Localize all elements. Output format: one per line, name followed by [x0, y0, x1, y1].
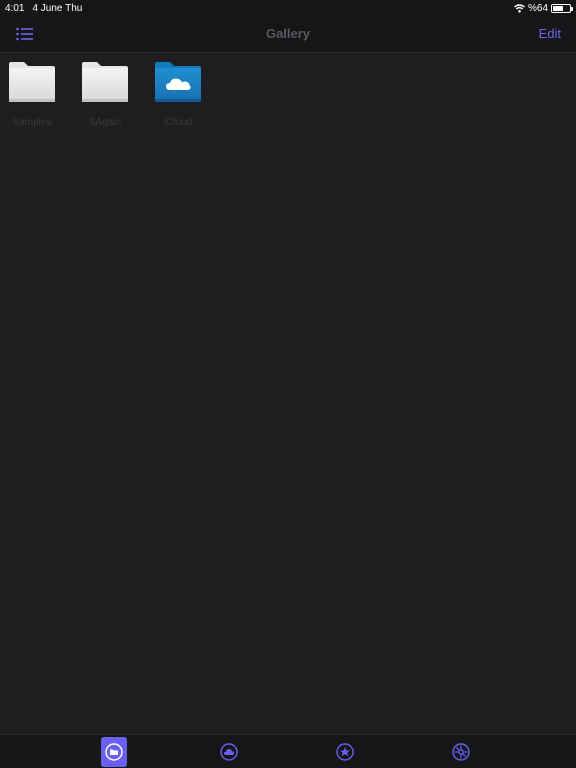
- battery-icon: [551, 3, 573, 13]
- star-tab-icon: [336, 743, 354, 761]
- status-date: 4 June Thu: [32, 2, 83, 14]
- icloud-folder-icon: [155, 62, 201, 102]
- tab-settings[interactable]: [448, 737, 474, 767]
- tab-bar: [0, 734, 576, 768]
- edit-button[interactable]: Edit: [539, 26, 561, 41]
- page-title: Gallery: [265, 26, 311, 41]
- settings-tab-icon: [452, 743, 470, 761]
- battery-fill: [553, 5, 564, 11]
- status-time: 4:01: [5, 2, 25, 14]
- tab-cloud[interactable]: [216, 737, 242, 767]
- folder-item-icloud[interactable]: iCloud: [146, 62, 210, 132]
- folder-label: SAgain: [88, 117, 122, 128]
- status-right: %64: [514, 2, 573, 14]
- status-bar: 4:01 4 June Thu %64: [0, 0, 576, 16]
- folder-tab-icon: [105, 743, 123, 761]
- battery-percent: %64: [527, 2, 548, 14]
- wifi-icon: [514, 3, 525, 13]
- tab-folders[interactable]: [101, 737, 127, 767]
- folder-icon: [82, 62, 128, 102]
- battery-tip: [571, 6, 573, 11]
- folder-icon: [9, 62, 55, 102]
- status-left: 4:01 4 June Thu: [5, 3, 82, 14]
- tab-favorites[interactable]: [332, 737, 358, 767]
- folder-label: Samples: [12, 117, 52, 128]
- navigation-bar: Gallery Edit: [0, 16, 576, 53]
- folder-label: iCloud: [163, 117, 193, 128]
- cloud-tab-icon: [220, 743, 238, 761]
- folder-item-sagain[interactable]: SAgain: [73, 62, 137, 132]
- folder-grid: Samples SAgain iCloud: [0, 54, 576, 734]
- folder-item-samples[interactable]: Samples: [0, 62, 64, 132]
- gallery-screen: 4:01 4 June Thu %64 Gallery Edit Samples…: [0, 0, 576, 768]
